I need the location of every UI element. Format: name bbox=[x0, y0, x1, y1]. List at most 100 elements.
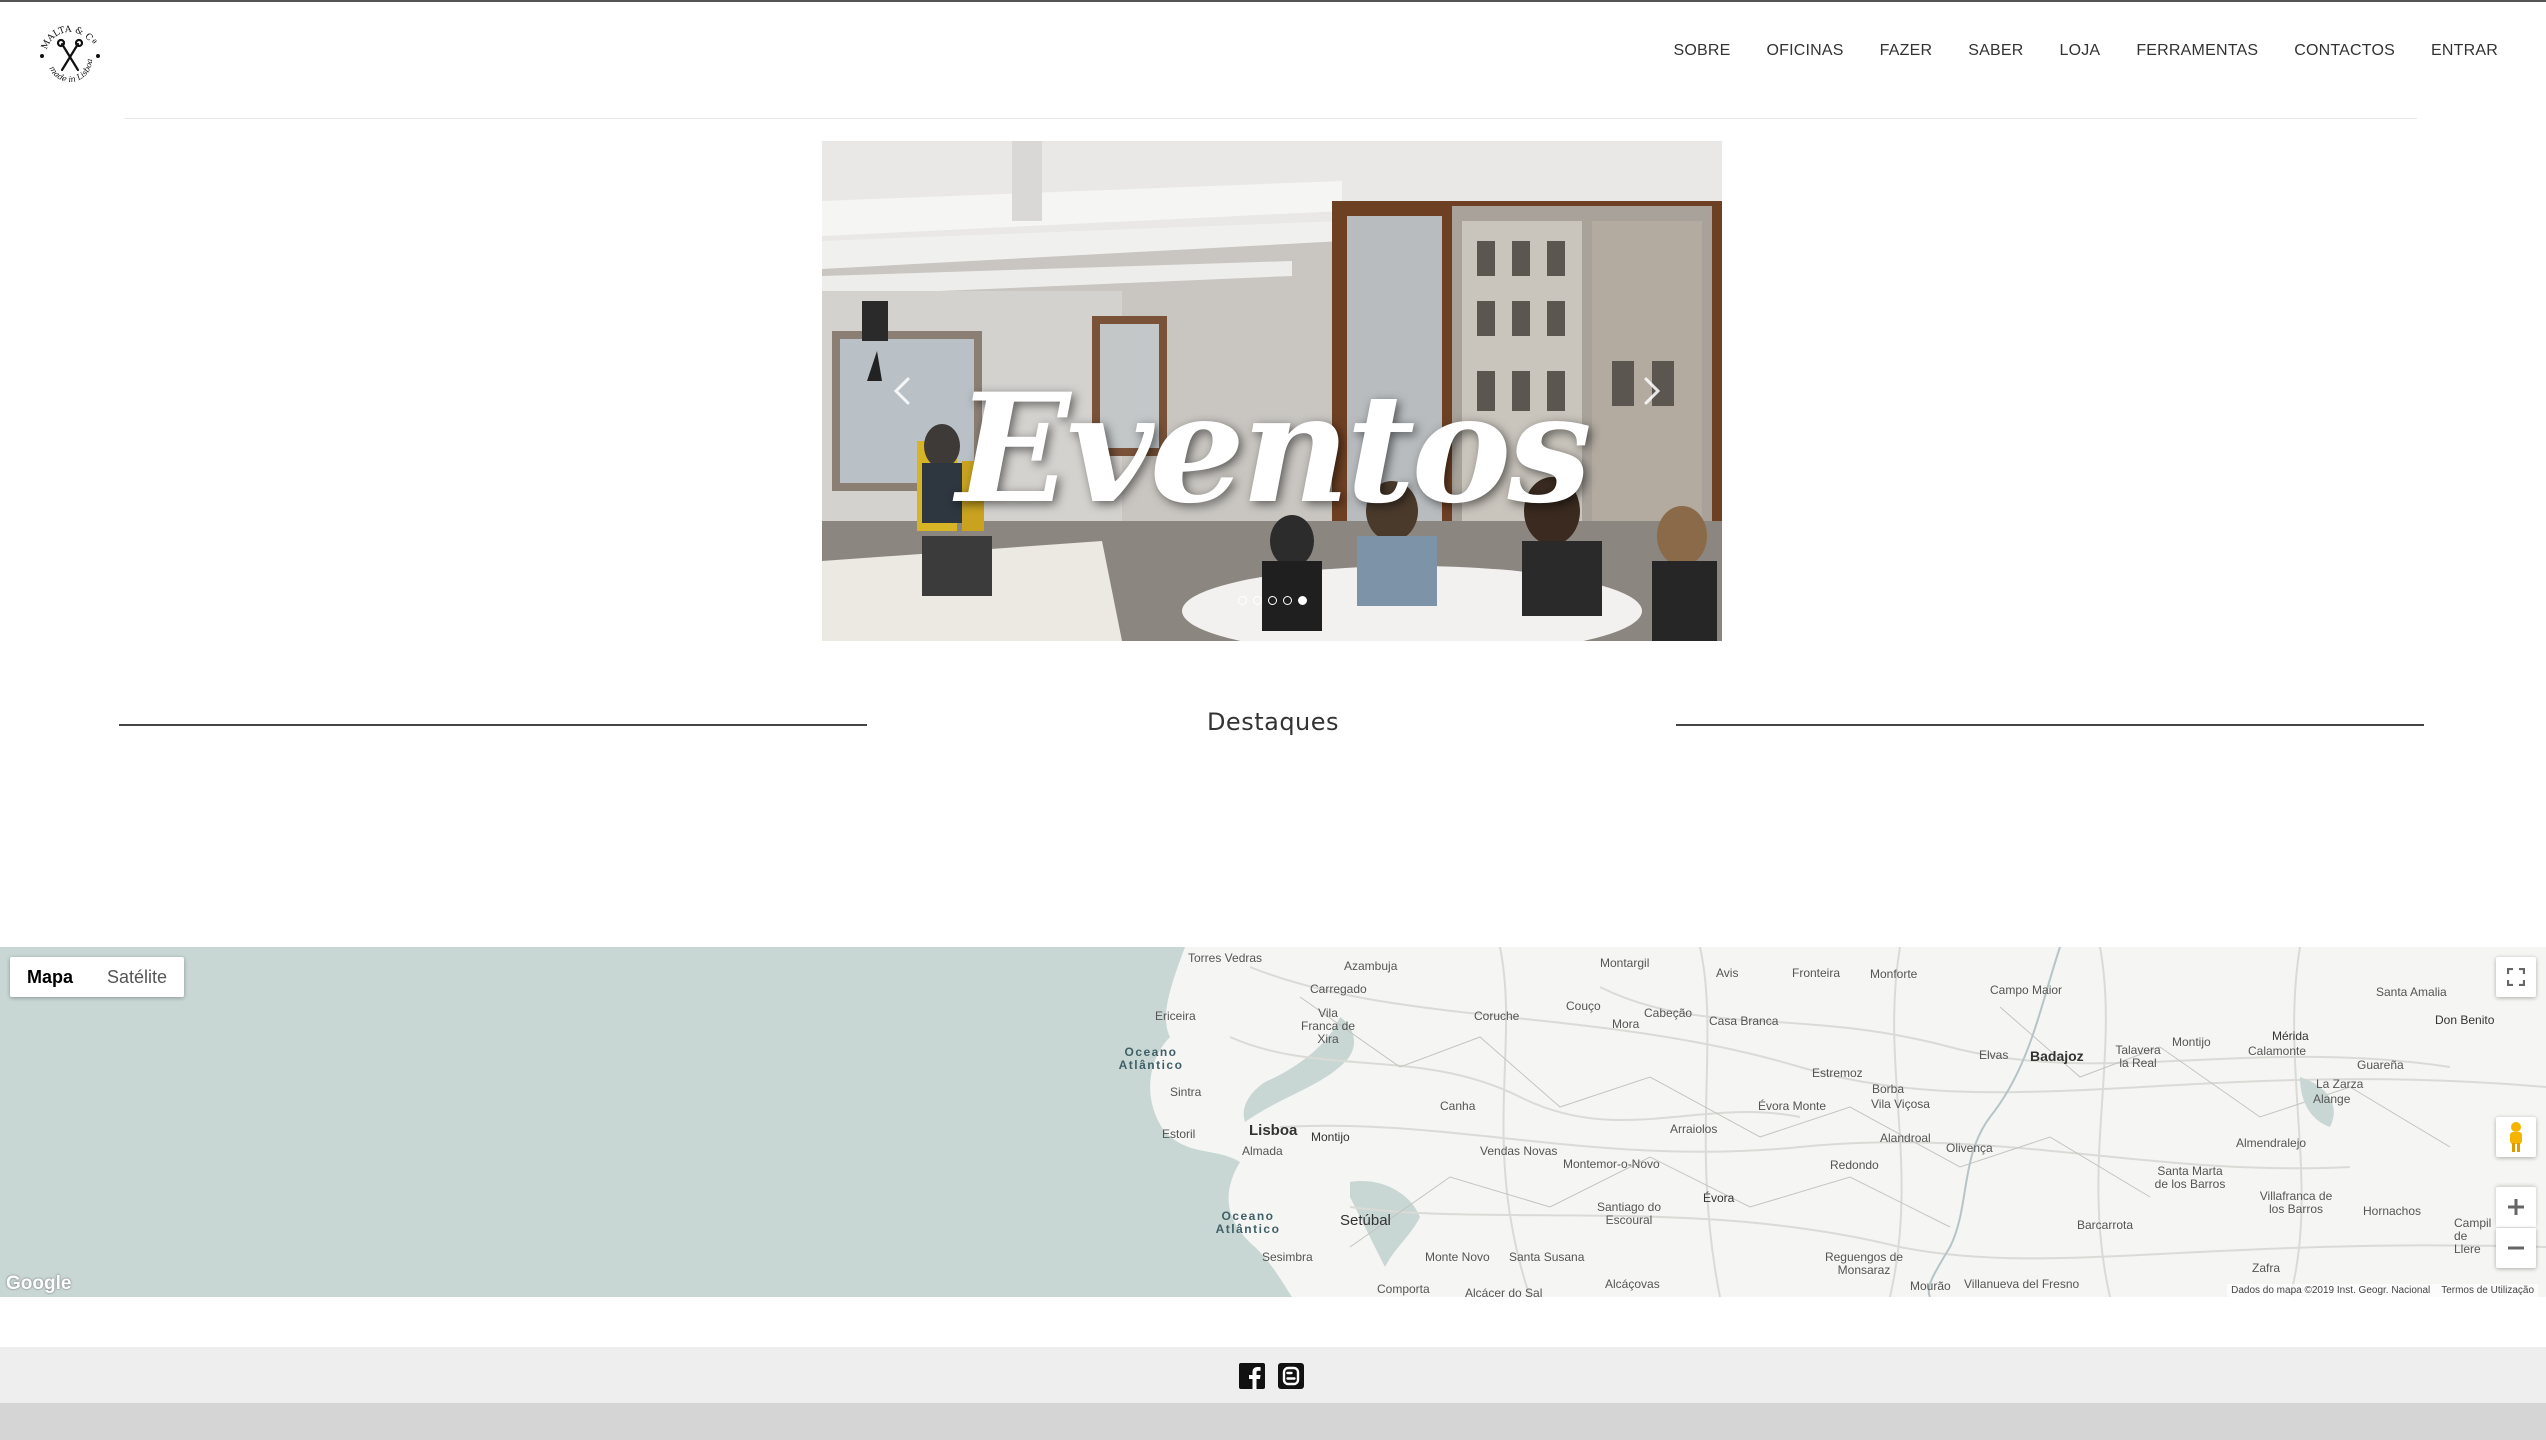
map-place-label: Badajoz bbox=[2030, 1048, 2084, 1064]
brand-logo[interactable]: MALTA & Cª made in Lisboa bbox=[36, 20, 104, 92]
facebook-icon bbox=[1239, 1363, 1265, 1389]
plus-icon bbox=[2508, 1199, 2524, 1215]
facebook-link[interactable] bbox=[1239, 1363, 1265, 1389]
footer bbox=[0, 1347, 2546, 1403]
zoom-in-button[interactable] bbox=[2496, 1187, 2536, 1227]
map-place-label: Montijo bbox=[2172, 1035, 2211, 1049]
map-type-satelite-button[interactable]: Satélite bbox=[90, 957, 184, 997]
map-place-label: Montargil bbox=[1600, 956, 1650, 970]
nav-ferramentas[interactable]: FERRAMENTAS bbox=[2118, 42, 2276, 60]
map-place-label: Carregado bbox=[1310, 982, 1367, 996]
map-ocean-label: Oceano Atlântico bbox=[1118, 1045, 1184, 1072]
pegman-icon bbox=[2510, 1122, 2522, 1152]
street-view-pegman-button[interactable] bbox=[2496, 1117, 2536, 1157]
minus-icon bbox=[2508, 1246, 2524, 1250]
map-place-label: Arraiolos bbox=[1670, 1122, 1718, 1136]
map-place-label: Estremoz bbox=[1812, 1066, 1863, 1080]
map-place-label: Couço bbox=[1566, 999, 1601, 1013]
map-place-label: Ericeira bbox=[1155, 1009, 1196, 1023]
map-place-label: Elvas bbox=[1979, 1048, 2009, 1062]
map-place-label: La Zarza bbox=[2316, 1077, 2364, 1091]
map-place-label: Santiago do Escoural bbox=[1596, 1200, 1662, 1227]
header-divider bbox=[125, 118, 2417, 119]
map-place-label: Canha bbox=[1440, 1099, 1476, 1113]
map-place-label: Évora bbox=[1703, 1191, 1735, 1205]
footer-bottom-bar bbox=[0, 1403, 2546, 1440]
map-place-label: Sesimbra bbox=[1262, 1250, 1313, 1264]
map-place-label: Estoril bbox=[1162, 1127, 1196, 1141]
map-place-label: Torres Vedras bbox=[1188, 951, 1263, 965]
map-place-label: Monforte bbox=[1870, 967, 1918, 981]
map-place-label: Don Benito bbox=[2435, 1013, 2495, 1027]
map-place-label: Reguengos de Monsaraz bbox=[1824, 1250, 1904, 1277]
map-place-label: Talavera la Real bbox=[2115, 1043, 2161, 1070]
map-place-label: Santa Marta de los Barros bbox=[2154, 1164, 2226, 1191]
map-place-label: Casa Branca bbox=[1709, 1014, 1779, 1028]
map-place-label: Alange bbox=[2313, 1092, 2351, 1106]
map-place-label: Sintra bbox=[1170, 1085, 1202, 1099]
map-place-label: Santa Susana bbox=[1509, 1250, 1585, 1264]
map-place-label: Coruche bbox=[1474, 1009, 1520, 1023]
svg-text:made in Lisboa: made in Lisboa bbox=[47, 58, 94, 84]
hero-title: Eventos bbox=[956, 361, 1592, 537]
map-place-label: Redondo bbox=[1830, 1158, 1879, 1172]
map-type-mapa-button[interactable]: Mapa bbox=[10, 957, 90, 997]
map-place-label: Mora bbox=[1612, 1017, 1640, 1031]
map-place-label: Comporta bbox=[1377, 1282, 1430, 1296]
carousel-indicators bbox=[822, 596, 1722, 605]
zoom-out-button[interactable] bbox=[2496, 1228, 2536, 1268]
map-place-label: Montijo bbox=[1311, 1130, 1350, 1144]
map-place-label: Alcácer do Sal bbox=[1465, 1286, 1543, 1297]
map-place-label: Setúbal bbox=[1340, 1212, 1391, 1229]
nav-oficinas[interactable]: OFICINAS bbox=[1749, 42, 1862, 60]
carousel-dot-1[interactable] bbox=[1237, 596, 1247, 605]
blogger-icon bbox=[1278, 1363, 1304, 1389]
map-place-label: Almada bbox=[1242, 1144, 1283, 1158]
map-place-label: Alcáçovas bbox=[1605, 1277, 1660, 1291]
map-place-label: Barcarrota bbox=[2077, 1218, 2134, 1232]
nav-sobre[interactable]: SOBRE bbox=[1655, 42, 1748, 60]
map-place-label: Borba bbox=[1872, 1082, 1905, 1096]
map-place-label: Avis bbox=[1716, 966, 1739, 980]
map-terms-link[interactable]: Termos de Utilização bbox=[2441, 1285, 2534, 1296]
map-place-label: Santa Amalia bbox=[2376, 985, 2447, 999]
map-place-label: Mourão bbox=[1910, 1279, 1951, 1293]
blogger-link[interactable] bbox=[1278, 1363, 1304, 1389]
map-data-credit: Dados do mapa ©2019 Inst. Geogr. Naciona… bbox=[2231, 1285, 2431, 1296]
map-attribution: Dados do mapa ©2019 Inst. Geogr. Naciona… bbox=[2227, 1284, 2538, 1297]
nav-contactos[interactable]: CONTACTOS bbox=[2276, 42, 2413, 60]
nav-loja[interactable]: LOJA bbox=[2041, 42, 2118, 60]
carousel-dot-2[interactable] bbox=[1252, 596, 1262, 605]
map-place-label: Vendas Novas bbox=[1480, 1144, 1558, 1158]
google-map[interactable]: Torres Vedras Azambuja Montargil Avis Fr… bbox=[0, 947, 2546, 1297]
section-title: Destaques bbox=[1206, 708, 1340, 736]
map-place-label: Mérida bbox=[2272, 1029, 2309, 1043]
section-divider-right bbox=[1676, 724, 2424, 726]
fullscreen-icon bbox=[2507, 968, 2525, 986]
top-border bbox=[0, 0, 2546, 2]
map-place-label: Campo Maior bbox=[1990, 983, 2063, 997]
main-nav: SOBRE OFICINAS FAZER SABER LOJA FERRAMEN… bbox=[1655, 42, 2516, 60]
map-place-label: Fronteira bbox=[1792, 966, 1841, 980]
map-place-label: Guareña bbox=[2357, 1058, 2404, 1072]
map-ocean-label: Oceano Atlântico bbox=[1215, 1209, 1281, 1236]
carousel-dot-3[interactable] bbox=[1267, 596, 1277, 605]
map-place-label: Hornachos bbox=[2363, 1204, 2422, 1218]
map-place-label: Vila Franca de Xira bbox=[1300, 1006, 1356, 1046]
carousel-dot-4[interactable] bbox=[1282, 596, 1292, 605]
map-place-label: Almendralejo bbox=[2236, 1136, 2307, 1150]
nav-fazer[interactable]: FAZER bbox=[1862, 42, 1951, 60]
map-place-label: Lisboa bbox=[1249, 1122, 1298, 1139]
hero-carousel[interactable]: Eventos bbox=[822, 141, 1722, 641]
nav-entrar[interactable]: ENTRAR bbox=[2413, 42, 2516, 60]
map-place-label: Zafra bbox=[2252, 1261, 2281, 1275]
map-place-label: Azambuja bbox=[1344, 959, 1398, 973]
nav-saber[interactable]: SABER bbox=[1950, 42, 2041, 60]
carousel-dot-5[interactable] bbox=[1297, 596, 1307, 605]
map-place-label: Villanueva del Fresno bbox=[1964, 1277, 2080, 1291]
map-place-label: Villafranca de los Barros bbox=[2259, 1189, 2333, 1216]
svg-text:MALTA & Cª: MALTA & Cª bbox=[40, 25, 98, 51]
map-place-label: Monte Novo bbox=[1425, 1250, 1490, 1264]
map-fullscreen-button[interactable] bbox=[2496, 957, 2536, 997]
map-place-label: Cabeção bbox=[1644, 1006, 1693, 1020]
